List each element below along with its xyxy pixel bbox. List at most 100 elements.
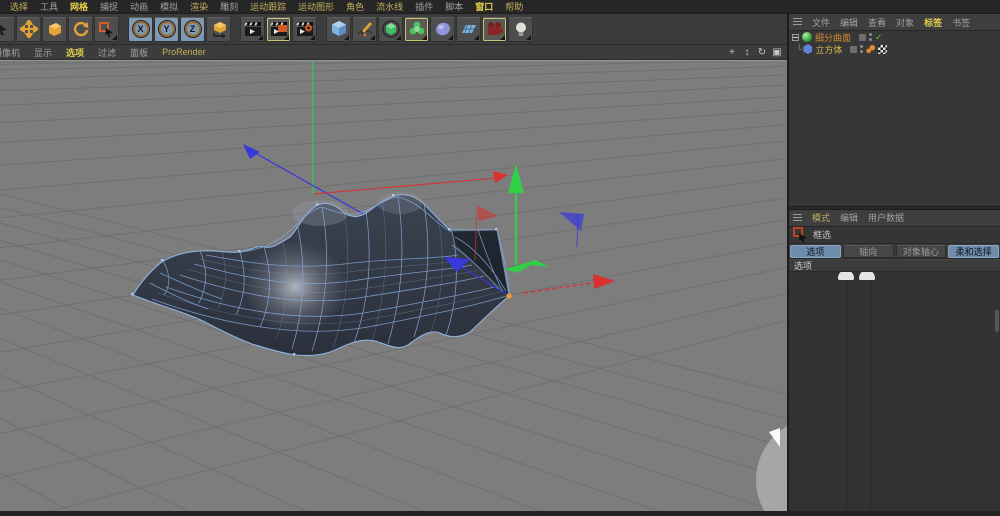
- om-menu-bookmarks[interactable]: 书签: [947, 16, 975, 29]
- om-menu-objects[interactable]: 对象: [891, 16, 919, 29]
- pen-icon: [356, 20, 374, 38]
- am-menu-edit[interactable]: 编辑: [835, 211, 863, 224]
- menu-character[interactable]: 角色: [340, 0, 370, 13]
- viewport-dolly-icon[interactable]: ↕: [741, 47, 753, 58]
- menu-help[interactable]: 帮助: [499, 0, 529, 13]
- enabled-check-icon[interactable]: ✓: [875, 32, 883, 43]
- menu-select[interactable]: 选择: [4, 0, 34, 13]
- scale-tool-button[interactable]: [42, 17, 67, 42]
- right-panel: 文件 编辑 查看 对象 标签 书签 细分曲面 ✓ └ 立方体: [787, 14, 1000, 511]
- options-section-header[interactable]: 选项: [789, 259, 1000, 272]
- knob-top-icon[interactable]: [838, 272, 854, 280]
- tab-object-axis[interactable]: 对象轴心: [896, 245, 947, 258]
- cursor-arrow-icon: [0, 22, 10, 36]
- main-toolbar: X Y Z: [0, 14, 787, 45]
- coordinate-system-button[interactable]: [206, 17, 231, 42]
- move-icon: [20, 20, 38, 38]
- active-tool-row[interactable]: 框选: [789, 227, 1000, 244]
- x-axis-lock-button[interactable]: X: [128, 17, 153, 42]
- om-menu-tags[interactable]: 标签: [919, 16, 947, 29]
- viewport-pan-icon[interactable]: +: [726, 47, 738, 58]
- floor-grid-icon: [460, 20, 478, 38]
- menu-render[interactable]: 渲染: [184, 0, 214, 13]
- phong-tag-icon[interactable]: [866, 45, 875, 54]
- menu-mesh[interactable]: 网格: [64, 0, 94, 13]
- volume-icon: [434, 20, 452, 38]
- clapperboard-icon: [244, 21, 262, 37]
- layer-icon[interactable]: [850, 46, 857, 53]
- rectangle-selection-icon: [793, 227, 810, 243]
- subdivision-surface-button[interactable]: [378, 17, 403, 42]
- gizmo-origin-point[interactable]: [506, 293, 511, 298]
- z-axis-lock-button[interactable]: Z: [180, 17, 205, 42]
- coordinate-system-icon: [210, 20, 228, 38]
- tree-branch: └: [796, 44, 802, 54]
- om-menu-file[interactable]: 文件: [807, 16, 835, 29]
- am-menu-userdata[interactable]: 用户数据: [863, 211, 909, 224]
- menu-window[interactable]: 窗口: [469, 0, 499, 13]
- menu-simulate[interactable]: 模拟: [154, 0, 184, 13]
- floor-button[interactable]: [456, 17, 481, 42]
- visibility-dots[interactable]: [869, 33, 872, 41]
- scrollbar-thumb[interactable]: [995, 310, 999, 332]
- viewport-menu-options[interactable]: 选项: [59, 46, 91, 59]
- rectangle-selection-icon: [98, 21, 115, 38]
- viewport-menu-prorender[interactable]: ProRender: [155, 47, 213, 57]
- menu-script[interactable]: 脚本: [439, 0, 469, 13]
- move-tool-button[interactable]: [16, 17, 41, 42]
- visibility-dots[interactable]: [860, 45, 863, 53]
- knob-top-icon[interactable]: [859, 272, 875, 280]
- tab-options[interactable]: 选项: [790, 245, 841, 258]
- layer-icon[interactable]: [859, 34, 866, 41]
- rotate-tool-button[interactable]: [68, 17, 93, 42]
- viewport-rotate-icon[interactable]: ↻: [756, 47, 768, 58]
- rotate-icon: [72, 21, 89, 38]
- viewport-menu-display[interactable]: 显示: [27, 46, 59, 59]
- light-bulb-icon: [513, 21, 529, 38]
- subdivision-surface-icon: [382, 20, 400, 38]
- om-menu-edit[interactable]: 编辑: [835, 16, 863, 29]
- am-menu-mode[interactable]: 模式: [807, 211, 835, 224]
- camera-button[interactable]: [482, 17, 507, 42]
- render-picture-viewer-button[interactable]: [266, 17, 291, 42]
- tree-row-subdivision-surface[interactable]: 细分曲面 ✓: [789, 31, 1000, 43]
- rectangle-selection-button[interactable]: [94, 17, 119, 42]
- render-view-button[interactable]: [240, 17, 265, 42]
- main-menu-bar: 选择 工具 网格 捕捉 动画 模拟 渲染 雕刻 运动跟踪 运动图形 角色 流水线…: [0, 0, 1000, 14]
- menu-plugins[interactable]: 插件: [409, 0, 439, 13]
- viewport-maximize-icon[interactable]: ▣: [771, 47, 783, 58]
- object-name[interactable]: 立方体: [815, 43, 842, 56]
- undo-button[interactable]: [0, 17, 15, 42]
- spline-pen-button[interactable]: [352, 17, 377, 42]
- render-settings-button[interactable]: [292, 17, 317, 42]
- menu-tools[interactable]: 工具: [34, 0, 64, 13]
- column-divider: [846, 278, 847, 511]
- volume-button[interactable]: [430, 17, 455, 42]
- menu-pipeline[interactable]: 流水线: [370, 0, 409, 13]
- scene-canvas: [0, 61, 787, 511]
- viewport-3d[interactable]: [0, 60, 787, 511]
- panel-menu-icon[interactable]: [793, 18, 802, 26]
- menu-animate[interactable]: 动画: [124, 0, 154, 13]
- viewport-menu-filter[interactable]: 过滤: [91, 46, 123, 59]
- selection-tag-icon[interactable]: [878, 45, 887, 54]
- y-axis-lock-button[interactable]: Y: [154, 17, 179, 42]
- subdivision-surface-object-icon: [802, 32, 812, 42]
- menu-motion-track[interactable]: 运动跟踪: [244, 0, 292, 13]
- menu-sculpt[interactable]: 雕刻: [214, 0, 244, 13]
- light-button[interactable]: [508, 17, 533, 42]
- viewport-menu-panel[interactable]: 面板: [123, 46, 155, 59]
- tab-soft-selection[interactable]: 柔和选择: [948, 245, 999, 258]
- tree-row-cube[interactable]: └ 立方体: [789, 43, 1000, 55]
- viewport-menu-bar: 摄像机 显示 选项 过滤 面板 ProRender + ↕ ↻ ▣: [0, 45, 787, 60]
- expand-toggle-icon[interactable]: [792, 34, 799, 41]
- active-tool-label: 框选: [813, 228, 831, 241]
- om-menu-view[interactable]: 查看: [863, 16, 891, 29]
- viewport-menu-cameras[interactable]: 摄像机: [0, 46, 27, 59]
- menu-snap[interactable]: 捕捉: [94, 0, 124, 13]
- menu-mograph[interactable]: 运动图形: [292, 0, 340, 13]
- panel-menu-icon[interactable]: [793, 214, 802, 222]
- add-primitive-cube-button[interactable]: [326, 17, 351, 42]
- tab-axis[interactable]: 轴向: [843, 245, 894, 258]
- deformer-button[interactable]: [404, 17, 429, 42]
